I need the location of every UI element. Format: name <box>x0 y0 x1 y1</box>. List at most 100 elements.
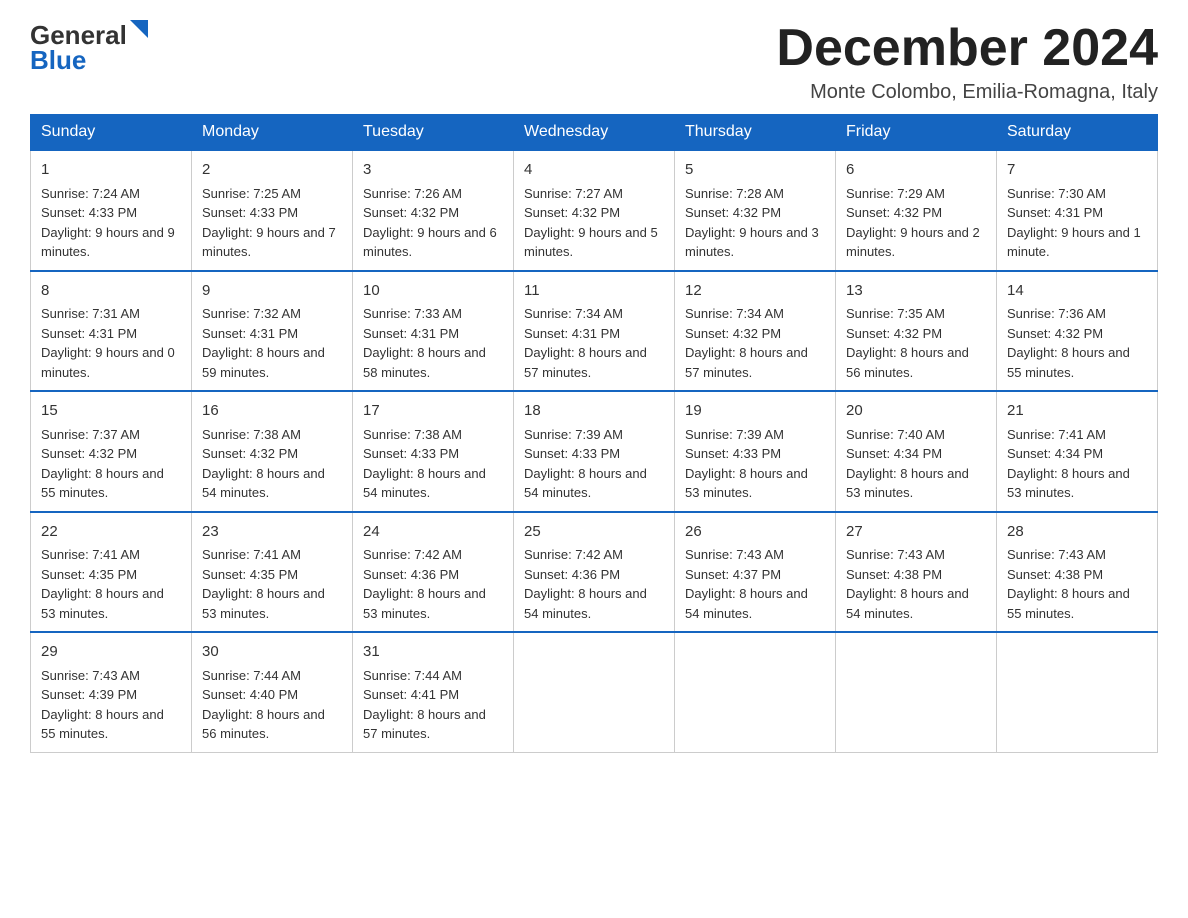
logo-triangle-icon <box>130 20 148 38</box>
calendar-cell: 22Sunrise: 7:41 AMSunset: 4:35 PMDayligh… <box>31 512 192 633</box>
sunset-label: Sunset: 4:31 PM <box>524 326 620 341</box>
week-row-4: 22Sunrise: 7:41 AMSunset: 4:35 PMDayligh… <box>31 512 1158 633</box>
sunrise-label: Sunrise: 7:27 AM <box>524 186 623 201</box>
sunset-label: Sunset: 4:32 PM <box>846 205 942 220</box>
sunrise-label: Sunrise: 7:26 AM <box>363 186 462 201</box>
sunset-label: Sunset: 4:31 PM <box>363 326 459 341</box>
sunrise-label: Sunrise: 7:41 AM <box>202 547 301 562</box>
header-day-sunday: Sunday <box>31 115 192 151</box>
sunset-label: Sunset: 4:33 PM <box>41 205 137 220</box>
daylight-label: Daylight: 9 hours and 3 minutes. <box>685 225 819 260</box>
daylight-label: Daylight: 8 hours and 53 minutes. <box>202 586 325 621</box>
sunrise-label: Sunrise: 7:42 AM <box>363 547 462 562</box>
sunrise-label: Sunrise: 7:43 AM <box>846 547 945 562</box>
day-number: 26 <box>685 521 825 544</box>
day-number: 8 <box>41 280 181 303</box>
sunset-label: Sunset: 4:33 PM <box>524 446 620 461</box>
calendar-cell: 14Sunrise: 7:36 AMSunset: 4:32 PMDayligh… <box>997 271 1158 392</box>
day-number: 14 <box>1007 280 1147 303</box>
sunset-label: Sunset: 4:32 PM <box>363 205 459 220</box>
sunrise-label: Sunrise: 7:43 AM <box>41 668 140 683</box>
sunset-label: Sunset: 4:31 PM <box>202 326 298 341</box>
sunrise-label: Sunrise: 7:35 AM <box>846 306 945 321</box>
location-title: Monte Colombo, Emilia-Romagna, Italy <box>776 81 1158 104</box>
header-day-wednesday: Wednesday <box>514 115 675 151</box>
calendar-cell: 25Sunrise: 7:42 AMSunset: 4:36 PMDayligh… <box>514 512 675 633</box>
sunrise-label: Sunrise: 7:41 AM <box>1007 427 1106 442</box>
daylight-label: Daylight: 8 hours and 57 minutes. <box>685 345 808 380</box>
calendar-cell: 9Sunrise: 7:32 AMSunset: 4:31 PMDaylight… <box>192 271 353 392</box>
daylight-label: Daylight: 8 hours and 56 minutes. <box>846 345 969 380</box>
week-row-3: 15Sunrise: 7:37 AMSunset: 4:32 PMDayligh… <box>31 391 1158 512</box>
daylight-label: Daylight: 8 hours and 58 minutes. <box>363 345 486 380</box>
sunrise-label: Sunrise: 7:36 AM <box>1007 306 1106 321</box>
day-number: 16 <box>202 400 342 423</box>
sunset-label: Sunset: 4:32 PM <box>202 446 298 461</box>
daylight-label: Daylight: 8 hours and 57 minutes. <box>524 345 647 380</box>
sunset-label: Sunset: 4:35 PM <box>202 567 298 582</box>
sunrise-label: Sunrise: 7:41 AM <box>41 547 140 562</box>
sunset-label: Sunset: 4:37 PM <box>685 567 781 582</box>
day-number: 10 <box>363 280 503 303</box>
daylight-label: Daylight: 8 hours and 53 minutes. <box>363 586 486 621</box>
day-number: 28 <box>1007 521 1147 544</box>
header-day-thursday: Thursday <box>675 115 836 151</box>
calendar-cell: 31Sunrise: 7:44 AMSunset: 4:41 PMDayligh… <box>353 632 514 752</box>
daylight-label: Daylight: 8 hours and 54 minutes. <box>524 466 647 501</box>
daylight-label: Daylight: 9 hours and 5 minutes. <box>524 225 658 260</box>
day-number: 4 <box>524 159 664 182</box>
calendar-cell: 5Sunrise: 7:28 AMSunset: 4:32 PMDaylight… <box>675 150 836 271</box>
calendar-cell: 11Sunrise: 7:34 AMSunset: 4:31 PMDayligh… <box>514 271 675 392</box>
day-number: 5 <box>685 159 825 182</box>
calendar-cell: 27Sunrise: 7:43 AMSunset: 4:38 PMDayligh… <box>836 512 997 633</box>
day-number: 15 <box>41 400 181 423</box>
daylight-label: Daylight: 8 hours and 57 minutes. <box>363 707 486 742</box>
daylight-label: Daylight: 8 hours and 54 minutes. <box>685 586 808 621</box>
calendar-cell: 13Sunrise: 7:35 AMSunset: 4:32 PMDayligh… <box>836 271 997 392</box>
sunset-label: Sunset: 4:33 PM <box>202 205 298 220</box>
calendar-cell: 3Sunrise: 7:26 AMSunset: 4:32 PMDaylight… <box>353 150 514 271</box>
day-number: 12 <box>685 280 825 303</box>
sunrise-label: Sunrise: 7:43 AM <box>1007 547 1106 562</box>
sunset-label: Sunset: 4:34 PM <box>1007 446 1103 461</box>
sunrise-label: Sunrise: 7:25 AM <box>202 186 301 201</box>
day-number: 30 <box>202 641 342 664</box>
calendar-cell: 24Sunrise: 7:42 AMSunset: 4:36 PMDayligh… <box>353 512 514 633</box>
calendar-cell: 12Sunrise: 7:34 AMSunset: 4:32 PMDayligh… <box>675 271 836 392</box>
calendar-cell: 23Sunrise: 7:41 AMSunset: 4:35 PMDayligh… <box>192 512 353 633</box>
daylight-label: Daylight: 8 hours and 54 minutes. <box>202 466 325 501</box>
daylight-label: Daylight: 9 hours and 7 minutes. <box>202 225 336 260</box>
sunrise-label: Sunrise: 7:29 AM <box>846 186 945 201</box>
header-day-tuesday: Tuesday <box>353 115 514 151</box>
calendar-cell <box>836 632 997 752</box>
logo-text: General Blue <box>30 20 148 76</box>
calendar-cell: 28Sunrise: 7:43 AMSunset: 4:38 PMDayligh… <box>997 512 1158 633</box>
day-number: 24 <box>363 521 503 544</box>
sunset-label: Sunset: 4:35 PM <box>41 567 137 582</box>
sunset-label: Sunset: 4:32 PM <box>685 326 781 341</box>
daylight-label: Daylight: 9 hours and 6 minutes. <box>363 225 497 260</box>
calendar-cell: 6Sunrise: 7:29 AMSunset: 4:32 PMDaylight… <box>836 150 997 271</box>
day-number: 13 <box>846 280 986 303</box>
sunrise-label: Sunrise: 7:28 AM <box>685 186 784 201</box>
sunset-label: Sunset: 4:32 PM <box>1007 326 1103 341</box>
calendar-cell: 10Sunrise: 7:33 AMSunset: 4:31 PMDayligh… <box>353 271 514 392</box>
calendar-cell <box>675 632 836 752</box>
calendar-body: 1Sunrise: 7:24 AMSunset: 4:33 PMDaylight… <box>31 150 1158 752</box>
day-number: 18 <box>524 400 664 423</box>
logo: General Blue <box>30 20 148 76</box>
daylight-label: Daylight: 9 hours and 1 minute. <box>1007 225 1141 260</box>
sunrise-label: Sunrise: 7:31 AM <box>41 306 140 321</box>
day-number: 6 <box>846 159 986 182</box>
day-number: 17 <box>363 400 503 423</box>
sunset-label: Sunset: 4:32 PM <box>41 446 137 461</box>
calendar-cell: 15Sunrise: 7:37 AMSunset: 4:32 PMDayligh… <box>31 391 192 512</box>
sunrise-label: Sunrise: 7:32 AM <box>202 306 301 321</box>
day-number: 20 <box>846 400 986 423</box>
day-number: 11 <box>524 280 664 303</box>
day-number: 7 <box>1007 159 1147 182</box>
day-number: 21 <box>1007 400 1147 423</box>
week-row-5: 29Sunrise: 7:43 AMSunset: 4:39 PMDayligh… <box>31 632 1158 752</box>
calendar-cell: 1Sunrise: 7:24 AMSunset: 4:33 PMDaylight… <box>31 150 192 271</box>
day-number: 1 <box>41 159 181 182</box>
